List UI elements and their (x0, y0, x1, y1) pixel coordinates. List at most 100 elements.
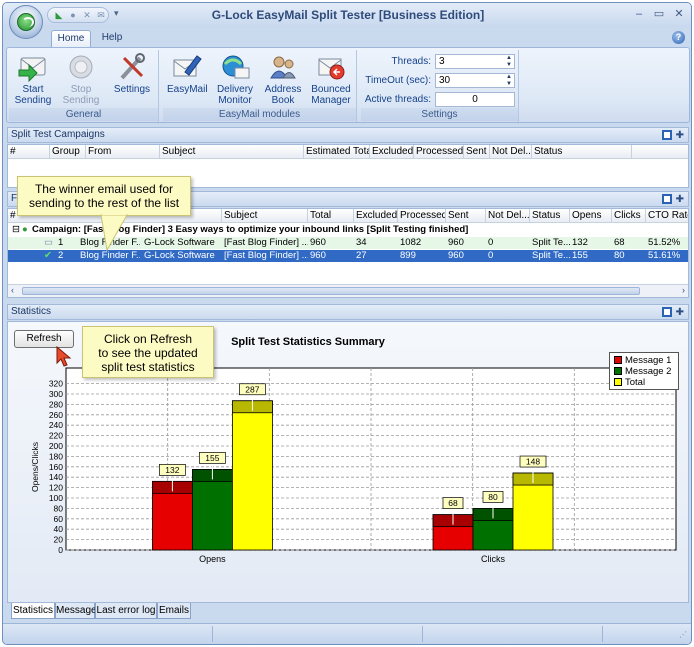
spinner-arrows-icon[interactable]: ▲ ▼ (506, 74, 512, 88)
pin-icon[interactable]: ✚ (676, 194, 684, 205)
qat-stop-icon[interactable]: ● (68, 10, 78, 20)
col-processed[interactable]: Processed (414, 145, 464, 159)
qat-email-icon[interactable]: ✉ (96, 10, 106, 20)
bounced-manager-button[interactable]: Bounced Manager (309, 52, 353, 106)
chart-legend: Message 1 Message 2 Total (609, 352, 679, 390)
legend-swatch (614, 356, 622, 364)
scroll-left-icon[interactable]: ‹ (11, 285, 14, 295)
row-from-company: G-Lock Software (144, 250, 215, 261)
col-sent[interactable]: Sent (464, 145, 490, 159)
row-cto-rate: 51.52% (648, 237, 681, 248)
collapse-icon[interactable]: ⊟ (10, 224, 20, 236)
tab-home[interactable]: Home (51, 30, 91, 47)
col-group[interactable]: Group (50, 145, 86, 159)
status-segment (3, 626, 213, 642)
start-sending-button[interactable]: Start Sending (13, 52, 53, 106)
delivery-monitor-button[interactable]: Delivery Monitor (213, 52, 257, 106)
bar (231, 400, 273, 551)
settings-button[interactable]: Settings (111, 52, 153, 95)
row-total: 960 (310, 237, 326, 248)
statistics-panel-header: Statistics ✚ (7, 304, 689, 320)
data-label: 287 (245, 384, 259, 394)
x-tick-label: Opens (199, 554, 226, 564)
application-menu-button[interactable] (9, 5, 43, 39)
legend-item-message-1: Message 1 (614, 355, 671, 366)
qat-settings-icon[interactable]: ✕ (82, 10, 92, 20)
tab-message[interactable]: Message (55, 603, 97, 619)
threads-spinner[interactable]: 3 ▲ ▼ (435, 54, 515, 69)
col-total[interactable]: Total (308, 209, 354, 223)
resize-grip-icon[interactable]: ⋰ (679, 630, 687, 639)
delivery-monitor-label: Delivery Monitor (216, 84, 254, 106)
status-segment (213, 626, 423, 642)
data-label: 155 (205, 453, 219, 463)
col-sent[interactable]: Sent (446, 209, 486, 223)
col-from[interactable]: From (86, 145, 160, 159)
tab-emails[interactable]: Emails (157, 603, 191, 619)
address-book-button[interactable]: Address Book (263, 52, 303, 106)
data-label: 68 (448, 498, 458, 508)
y-axis-label: Opens/Clicks (30, 442, 40, 492)
tab-help[interactable]: Help (95, 30, 129, 47)
spinner-arrows-icon[interactable]: ▲ ▼ (506, 55, 512, 69)
pin-icon[interactable]: ✚ (676, 307, 684, 318)
easymail-label: EasyMail (167, 84, 208, 95)
panel-maximize-icon[interactable] (661, 130, 672, 141)
col-processed[interactable]: Processed (398, 209, 446, 223)
start-sending-icon (17, 52, 49, 83)
panel-controls: ✚ (661, 306, 684, 320)
ribbon: Start Sending Stop Sending Settings Gene… (6, 47, 690, 123)
help-icon[interactable]: ? (672, 31, 685, 44)
col-estimated-total[interactable]: Estimated Total (304, 145, 370, 159)
maximize-button[interactable]: ▭ (651, 7, 667, 21)
timeout-label: TimeOut (sec): (365, 75, 431, 86)
row-cto-rate: 51.61% (648, 250, 681, 261)
col-status[interactable]: Status (530, 209, 570, 223)
row-status: Split Te... (532, 250, 570, 261)
scrollbar-thumb[interactable] (22, 287, 640, 295)
active-threads-field: 0 (435, 92, 515, 107)
close-button[interactable]: ✕ (671, 7, 687, 21)
row-clicks: 80 (614, 250, 625, 261)
row-excluded: 27 (356, 250, 367, 261)
col-cto-rate[interactable]: CTO Rate (646, 209, 688, 223)
col-opens[interactable]: Opens (570, 209, 612, 223)
row-processed: 1082 (400, 237, 422, 248)
panel-maximize-icon[interactable] (661, 194, 672, 205)
col-excluded[interactable]: Excluded (370, 145, 414, 159)
panel-maximize-icon[interactable] (661, 307, 672, 318)
tab-statistics[interactable]: Statistics (11, 603, 55, 619)
y-tick-label: 40 (54, 524, 64, 534)
group-easymail-modules-label: EasyMail modules (163, 108, 356, 121)
col-clicks[interactable]: Clicks (612, 209, 646, 223)
col-not-delivered[interactable]: Not Del... (490, 145, 532, 159)
row-number: 1 (58, 237, 64, 248)
data-label: 148 (526, 457, 540, 467)
row-number: 2 (58, 250, 64, 261)
pin-icon[interactable]: ✚ (676, 130, 684, 141)
col-subject[interactable]: Subject (160, 145, 304, 159)
tab-last-error-log[interactable]: Last error log (95, 603, 157, 619)
x-tick-label: Clicks (481, 554, 505, 564)
legend-label: Message 1 (625, 355, 672, 366)
row-not-delivered: 0 (488, 237, 494, 248)
row-clicks: 68 (614, 237, 625, 248)
minimize-button[interactable]: – (631, 7, 647, 21)
scroll-right-icon[interactable]: › (682, 285, 685, 295)
horizontal-scrollbar[interactable]: ‹ › (8, 284, 688, 297)
col-subject[interactable]: Subject (222, 209, 308, 223)
col-excluded[interactable]: Excluded (354, 209, 398, 223)
qat-start-icon[interactable]: ◣ (54, 10, 64, 20)
y-tick-label: 260 (49, 410, 63, 420)
row-not-delivered: 0 (488, 250, 494, 261)
col-status[interactable]: Status (532, 145, 632, 159)
col-not-delivered[interactable]: Not Del... (486, 209, 530, 223)
timeout-spinner[interactable]: 30 ▲ ▼ (435, 73, 515, 88)
easymail-button[interactable]: EasyMail (167, 52, 208, 95)
stop-sending-button[interactable]: Stop Sending (61, 52, 101, 106)
row-opens: 132 (572, 237, 588, 248)
group-easymail-modules: EasyMail Delivery Monitor Address Book B… (163, 50, 357, 122)
col-number[interactable]: # (8, 145, 50, 159)
qat-customize-icon[interactable]: ▾ (114, 8, 119, 19)
row-subject: [Fast Blog Finder] ... (224, 237, 308, 248)
